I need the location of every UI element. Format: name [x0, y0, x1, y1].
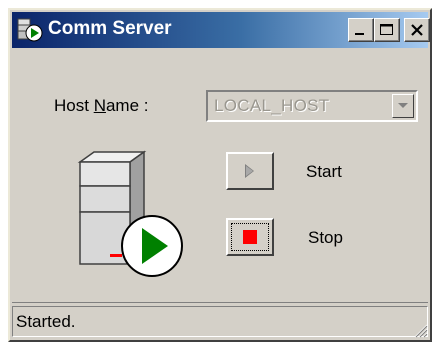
stop-label: Stop: [308, 228, 343, 247]
start-button[interactable]: [226, 152, 274, 190]
host-label-part: ame :: [105, 96, 149, 115]
status-text: Started.: [16, 312, 76, 331]
chevron-down-icon: [398, 103, 408, 108]
close-icon: [411, 24, 423, 36]
resize-grip-icon[interactable]: [410, 320, 428, 338]
server-status-graphic: [77, 150, 183, 277]
host-label-accelerator: N: [93, 96, 106, 115]
start-label: Start: [306, 162, 342, 181]
minimize-icon: [355, 33, 364, 35]
host-name-dropdown-button[interactable]: [392, 94, 414, 118]
comm-server-window: Comm Server Host Name : LOCAL_HOST Start…: [8, 8, 432, 342]
running-play-icon: [121, 215, 183, 277]
minimize-button[interactable]: [348, 18, 374, 42]
play-icon: [245, 164, 254, 178]
window-title: Comm Server: [48, 18, 172, 39]
stop-button[interactable]: [226, 218, 274, 256]
maximize-icon: [380, 24, 393, 35]
status-pane: Started.: [12, 306, 428, 337]
status-bar: Started.: [12, 302, 428, 338]
host-name-label: Host Name :: [54, 96, 149, 116]
title-bar[interactable]: Comm Server: [12, 12, 430, 48]
host-label-part: Host: [54, 96, 94, 115]
host-name-combobox[interactable]: LOCAL_HOST: [206, 90, 418, 122]
close-button[interactable]: [404, 18, 430, 42]
server-play-icon: [17, 18, 43, 42]
host-name-value: LOCAL_HOST: [214, 96, 330, 115]
stop-icon: [243, 230, 257, 244]
maximize-button[interactable]: [374, 18, 400, 42]
